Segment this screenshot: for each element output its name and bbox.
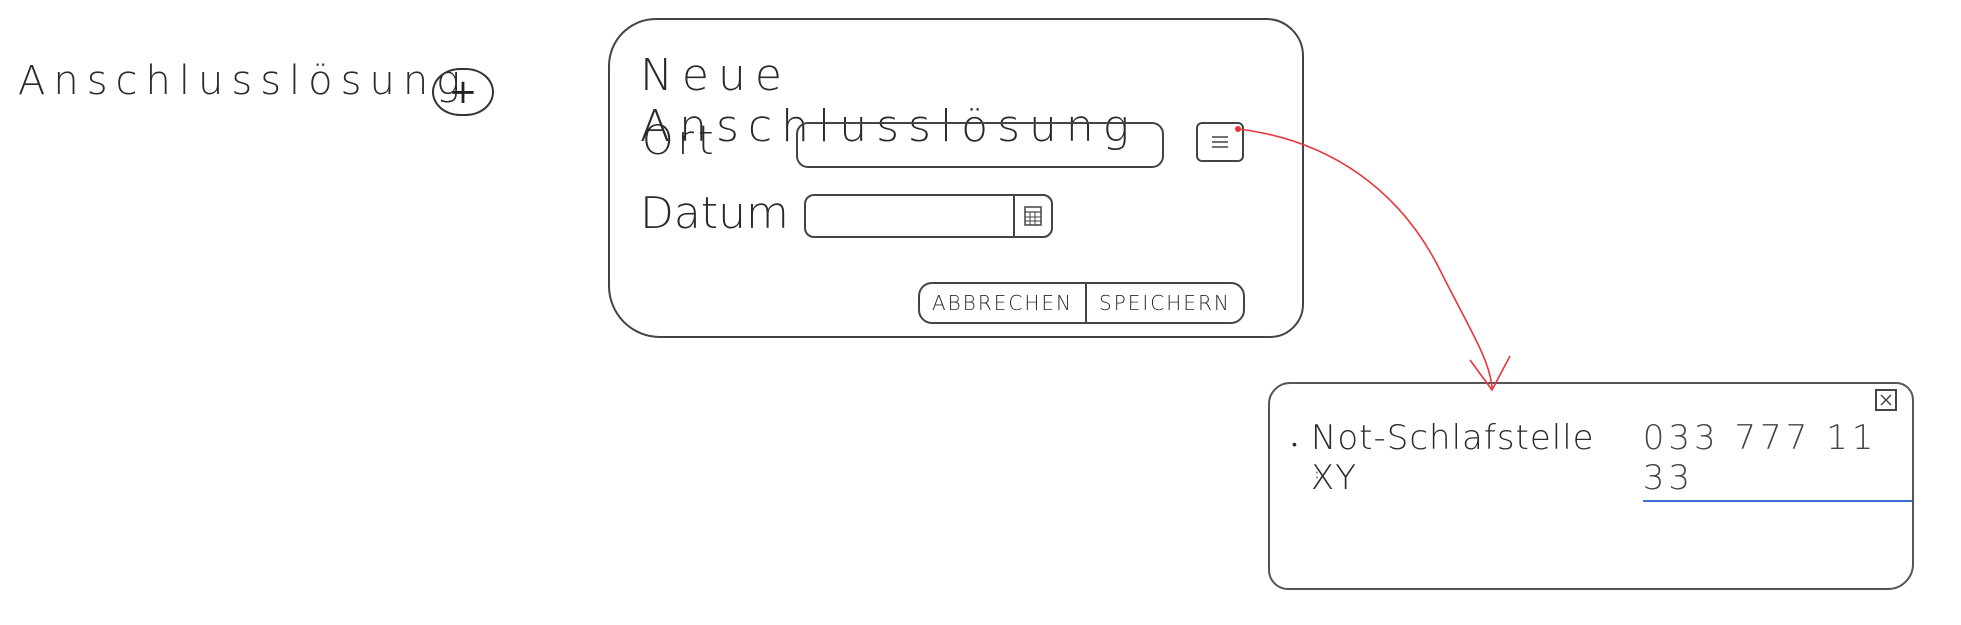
list-item[interactable]: • Not-Schlafstelle XY 033 777 11 33 <box>1292 418 1912 502</box>
shelter-phone-link[interactable]: 033 777 11 33 <box>1642 418 1912 502</box>
add-anschlussloesung-button[interactable]: + <box>432 68 494 116</box>
list-icon <box>1212 136 1228 148</box>
datum-label: Datum <box>640 188 789 239</box>
calendar-icon <box>1024 206 1042 226</box>
page-heading: Anschlusslösung <box>18 58 469 104</box>
save-button[interactable]: Speichern <box>1085 284 1243 322</box>
dialog-actions: Abbrechen Speichern <box>918 282 1245 324</box>
bullet-icon: • <box>1292 437 1297 453</box>
shelter-name: Not-Schlafstelle XY <box>1310 418 1595 498</box>
close-button[interactable] <box>1875 389 1897 411</box>
cancel-button[interactable]: Abbrechen <box>920 284 1085 322</box>
plus-icon: + <box>448 72 478 112</box>
ort-list-button[interactable] <box>1196 122 1244 162</box>
more-items-indicator: ⋮ <box>1310 465 1324 481</box>
shelter-list-popup: • Not-Schlafstelle XY 033 777 11 33 ⋮ <box>1268 382 1914 590</box>
datum-calendar-button[interactable] <box>1013 194 1053 238</box>
ort-input[interactable] <box>796 122 1164 168</box>
close-icon <box>1880 394 1892 406</box>
new-solution-dialog: Neue Anschlusslösung Ort Datum Abbrechen… <box>608 18 1304 338</box>
ort-label: Ort <box>642 118 718 164</box>
datum-input[interactable] <box>804 194 1014 238</box>
